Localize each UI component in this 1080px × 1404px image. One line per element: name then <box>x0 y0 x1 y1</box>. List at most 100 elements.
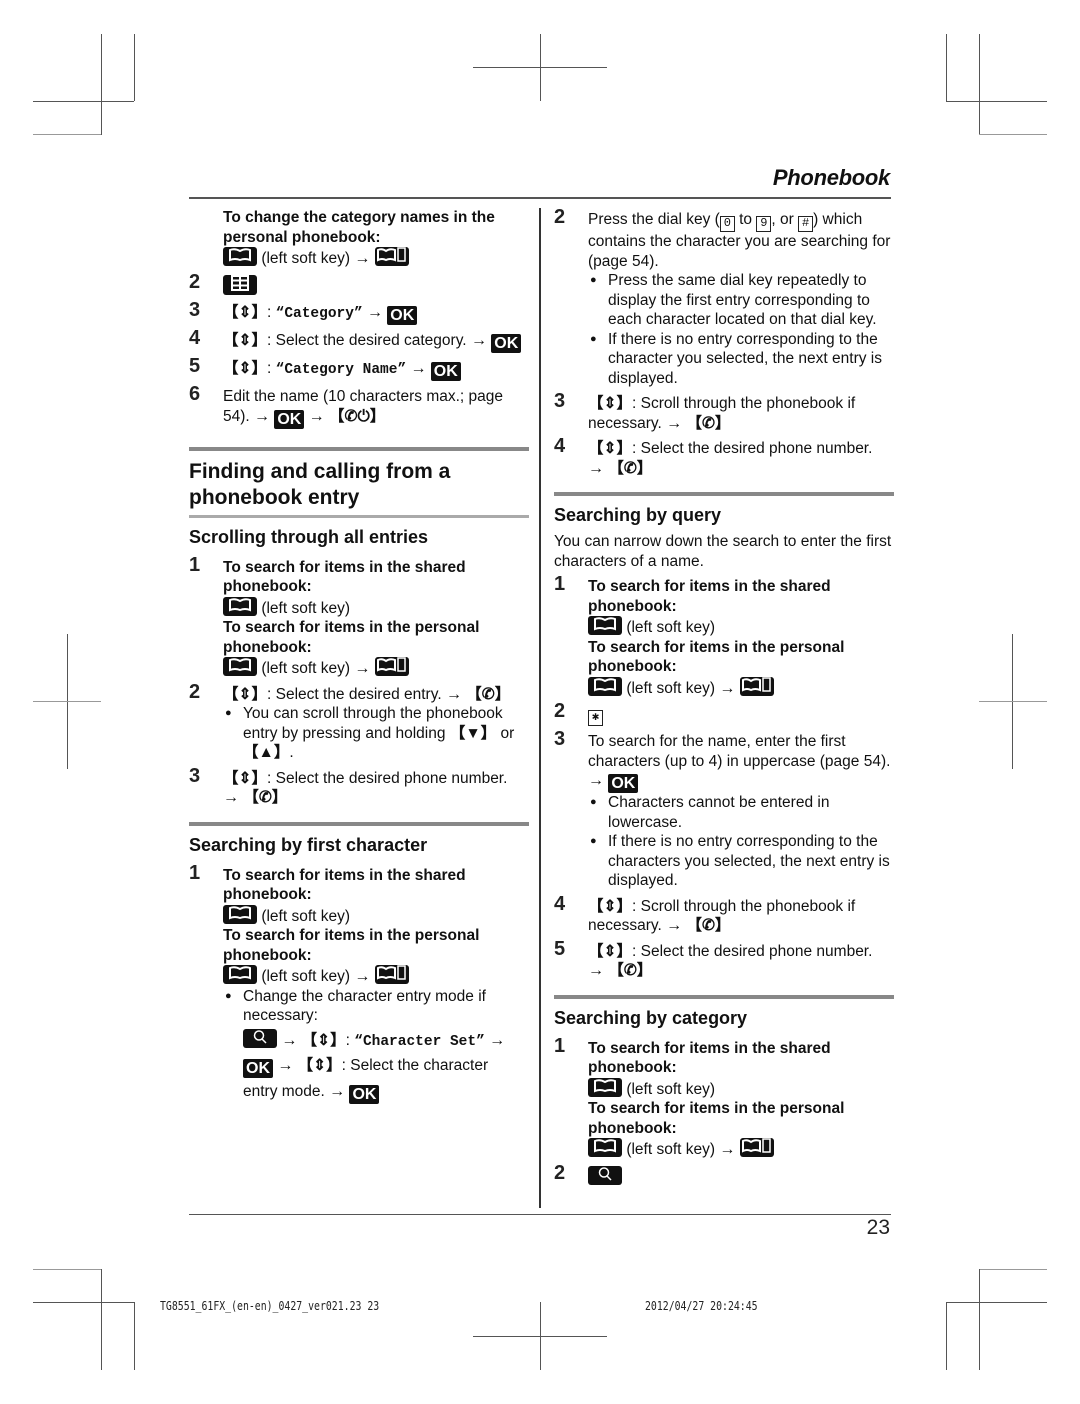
step: 4 【⇕】: Scroll through the phonebook if n… <box>554 892 856 934</box>
star-key-icon: ✱ <box>588 710 603 726</box>
footer-rule <box>189 1214 891 1215</box>
crop-mark <box>134 34 135 101</box>
scroll-key-icon: 【⇕】 <box>223 332 267 349</box>
section-rule <box>189 446 529 451</box>
bullet-item: If there is no entry corresponding to th… <box>588 832 894 891</box>
search-key-icon <box>243 1028 277 1048</box>
step: 1 To search for items in the shared phon… <box>189 861 529 1104</box>
left-soft-key-text: (left soft key) <box>626 619 716 636</box>
crop-mark <box>979 1269 1047 1270</box>
dial-key-9: 9 <box>756 216 772 232</box>
subsection-title: Searching by first character <box>189 834 428 855</box>
off-key-icon: 【✆⏻】 <box>328 407 386 425</box>
personal-phonebook-key-icon <box>374 965 409 984</box>
ok-key: OK <box>491 334 522 353</box>
shared-label: To search for items in the shared phoneb… <box>223 558 466 596</box>
crop-mark <box>134 1302 135 1370</box>
arrow-icon: → <box>470 332 487 349</box>
bullet-text: entry mode. <box>243 1083 325 1100</box>
crop-mark <box>33 1302 134 1303</box>
arrow-icon: → <box>366 304 383 321</box>
menu-key-icon <box>223 274 257 295</box>
print-slug-file: TG8551_61FX_(en-en)_0427_ver021.23 23 <box>160 1299 380 1313</box>
up-key-icon: 【▲】 <box>243 744 290 761</box>
arrow-icon: → <box>719 1141 736 1158</box>
step-number: 1 <box>554 573 566 595</box>
bullet-item: Change the character entry mode if neces… <box>223 987 529 1104</box>
dial-key-0: 0 <box>719 216 735 232</box>
crop-mark <box>946 1302 1047 1303</box>
ok-key: OK <box>274 409 305 429</box>
crop-mark <box>33 134 101 135</box>
step-number: 4 <box>189 327 201 349</box>
phonebook-key-icon <box>588 676 622 696</box>
left-soft-key-text: (left soft key) <box>626 679 716 697</box>
step: 3 【⇕】: “Category” → OK <box>189 300 529 325</box>
scroll-key-icon: 【⇕】 <box>588 942 632 960</box>
step: 5 【⇕】: Select the desired phone number. … <box>554 937 873 979</box>
step-number: 1 <box>189 861 201 884</box>
subsection-title: Scrolling through all entries <box>189 526 429 547</box>
step: 5 【⇕】: “Category Name” → OK <box>189 355 529 381</box>
scroll-key-icon: 【⇕】 <box>301 1031 346 1049</box>
step-number: 5 <box>189 355 201 377</box>
step-text: Select the desired phone number. <box>640 942 873 960</box>
step-text: Select the desired entry. <box>275 685 442 703</box>
arrow-icon: → <box>329 1083 346 1100</box>
step: 3 【⇕】: Scroll through the phonebook if n… <box>554 390 856 432</box>
crop-mark <box>946 34 947 101</box>
arrow-icon: → <box>588 772 604 789</box>
step: 3 【⇕】: Select the desired phone number. … <box>189 764 508 806</box>
left-soft-key-text: (left soft key) <box>261 660 351 677</box>
step: 3 To search for the name, enter the firs… <box>554 728 894 891</box>
bullet-item: You can scroll through the phonebook ent… <box>223 704 529 763</box>
menu-option-text: “Category” <box>275 306 363 322</box>
step: 1 To search for items in the shared phon… <box>189 555 529 679</box>
personal-label: To search for items in the personal phon… <box>588 638 845 676</box>
step-number: 3 <box>554 728 566 750</box>
step: 2 【⇕】: Select the desired entry. → 【✆】 Y… <box>189 682 529 763</box>
arrow-icon: → <box>666 414 683 432</box>
step: 4 【⇕】: Select the desired phone number. … <box>554 435 873 477</box>
section-header-title: Phonebook <box>772 165 890 190</box>
crop-mark <box>979 1269 980 1370</box>
column-divider <box>539 208 541 1208</box>
crop-mark <box>473 67 607 68</box>
phonebook-key-icon <box>223 247 257 266</box>
talk-key-icon: 【✆】 <box>686 917 731 934</box>
arrow-icon: → <box>588 459 604 477</box>
subsection-title: Searching by query <box>554 505 722 525</box>
talk-key-icon: 【✆】 <box>466 685 511 703</box>
ok-key: OK <box>387 306 418 325</box>
search-key-icon <box>588 1165 622 1185</box>
category-names-intro: To change the category names in the pers… <box>189 208 529 269</box>
arrow-icon: → <box>354 968 371 985</box>
personal-phonebook-key-icon <box>374 247 409 266</box>
left-soft-key-text: (left soft key) <box>261 968 351 985</box>
step-number: 5 <box>554 937 566 960</box>
arrow-icon: → <box>281 1031 298 1049</box>
step-number: 2 <box>189 270 201 293</box>
step-text: To search for the name, enter the first … <box>588 733 891 770</box>
crop-mark <box>979 34 980 135</box>
scroll-key-icon: 【⇕】 <box>223 685 267 703</box>
step-number: 2 <box>554 206 566 228</box>
crop-mark <box>946 1302 947 1370</box>
section-rule <box>189 821 529 826</box>
step-text: to <box>739 211 753 228</box>
intro-paragraph: You can narrow down the search to enter … <box>554 533 892 570</box>
shared-label: To search for items in the shared phoneb… <box>588 1039 831 1077</box>
arrow-icon: → <box>489 1031 506 1049</box>
page-number: 23 <box>866 1216 890 1239</box>
menu-option-text: “Category Name” <box>275 362 407 378</box>
ok-key: OK <box>243 1059 273 1078</box>
arrow-icon: → <box>223 789 239 806</box>
shared-label: To search for items in the shared phoneb… <box>223 866 466 904</box>
scroll-key-icon: 【⇕】 <box>223 360 267 377</box>
crop-mark <box>473 1336 607 1337</box>
scroll-key-icon: 【⇕】 <box>588 897 632 915</box>
phonebook-key-icon <box>223 965 257 984</box>
section-rule <box>554 994 894 999</box>
crop-mark <box>101 1269 102 1370</box>
arrow-icon: → <box>445 685 462 703</box>
